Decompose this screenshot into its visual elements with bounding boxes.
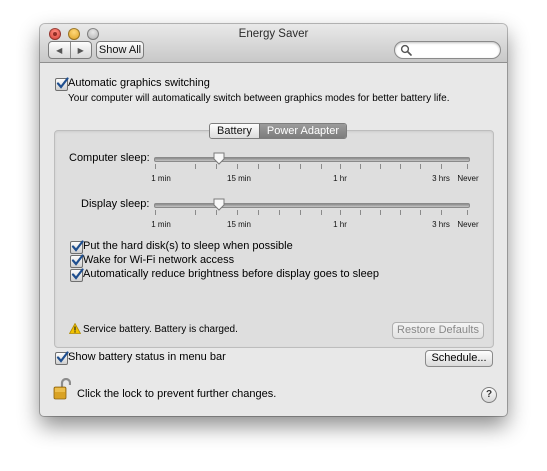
wake-wifi-label: Wake for Wi-Fi network access xyxy=(83,254,235,266)
tab-battery[interactable]: Battery xyxy=(210,124,259,138)
reduce-brightness-checkbox[interactable] xyxy=(70,268,84,282)
computer-sleep-tick-1hr: 1 hr xyxy=(333,174,347,183)
window-title: Energy Saver xyxy=(238,28,309,40)
graphics-switching-checkbox[interactable] xyxy=(55,77,69,91)
search-icon xyxy=(400,44,412,56)
schedule-button[interactable]: Schedule... xyxy=(425,350,493,367)
history-nav: ◀ ▶ xyxy=(48,41,92,59)
display-sleep-slider[interactable] xyxy=(154,203,470,208)
title-bar: Energy Saver ◀ ▶ Show All xyxy=(40,24,507,63)
search-field[interactable] xyxy=(394,41,501,59)
battery-status-text: Service battery. Battery is charged. xyxy=(83,324,238,335)
lock-open-icon[interactable] xyxy=(53,378,71,400)
display-sleep-tick-15min: 15 min xyxy=(226,220,252,229)
display-sleep-tick-1hr: 1 hr xyxy=(333,220,347,229)
computer-sleep-slider[interactable] xyxy=(154,157,470,162)
warning-icon xyxy=(69,323,81,334)
hard-disk-sleep-checkbox[interactable] xyxy=(70,240,84,254)
graphics-switching-description: Your computer will automatically switch … xyxy=(68,93,450,104)
computer-sleep-label: Computer sleep: xyxy=(69,152,150,164)
tab-power-adapter[interactable]: Power Adapter xyxy=(258,124,347,138)
tab-control: Battery Power Adapter xyxy=(209,123,348,139)
graphics-switching-label: Automatic graphics switching xyxy=(68,77,210,89)
show-battery-status-checkbox[interactable] xyxy=(55,351,69,365)
display-sleep-tick-1min: 1 min xyxy=(151,220,171,229)
wake-wifi-checkbox[interactable] xyxy=(70,254,84,268)
display-sleep-tick-never: Never xyxy=(457,220,479,229)
lock-message: Click the lock to prevent further change… xyxy=(77,388,277,400)
display-sleep-tick-3hrs: 3 hrs xyxy=(432,220,450,229)
search-input[interactable] xyxy=(415,43,495,56)
computer-sleep-tick-3hrs: 3 hrs xyxy=(432,174,450,183)
help-button[interactable]: ? xyxy=(481,387,497,403)
computer-sleep-tick-15min: 15 min xyxy=(226,174,252,183)
show-all-button[interactable]: Show All xyxy=(96,41,144,59)
forward-button[interactable]: ▶ xyxy=(69,42,92,58)
display-sleep-knob[interactable] xyxy=(213,198,225,211)
energy-saver-window: Energy Saver ◀ ▶ Show All Automatic grap… xyxy=(40,24,507,416)
computer-sleep-knob[interactable] xyxy=(213,152,225,165)
back-button[interactable]: ◀ xyxy=(49,42,70,58)
computer-sleep-tick-1min: 1 min xyxy=(151,174,171,183)
reduce-brightness-label: Automatically reduce brightness before d… xyxy=(83,268,379,280)
hard-disk-sleep-label: Put the hard disk(s) to sleep when possi… xyxy=(83,240,293,252)
computer-sleep-tick-never: Never xyxy=(457,174,479,183)
display-sleep-label: Display sleep: xyxy=(81,198,150,210)
show-battery-status-label: Show battery status in menu bar xyxy=(68,351,226,363)
restore-defaults-button[interactable]: Restore Defaults xyxy=(392,322,484,339)
